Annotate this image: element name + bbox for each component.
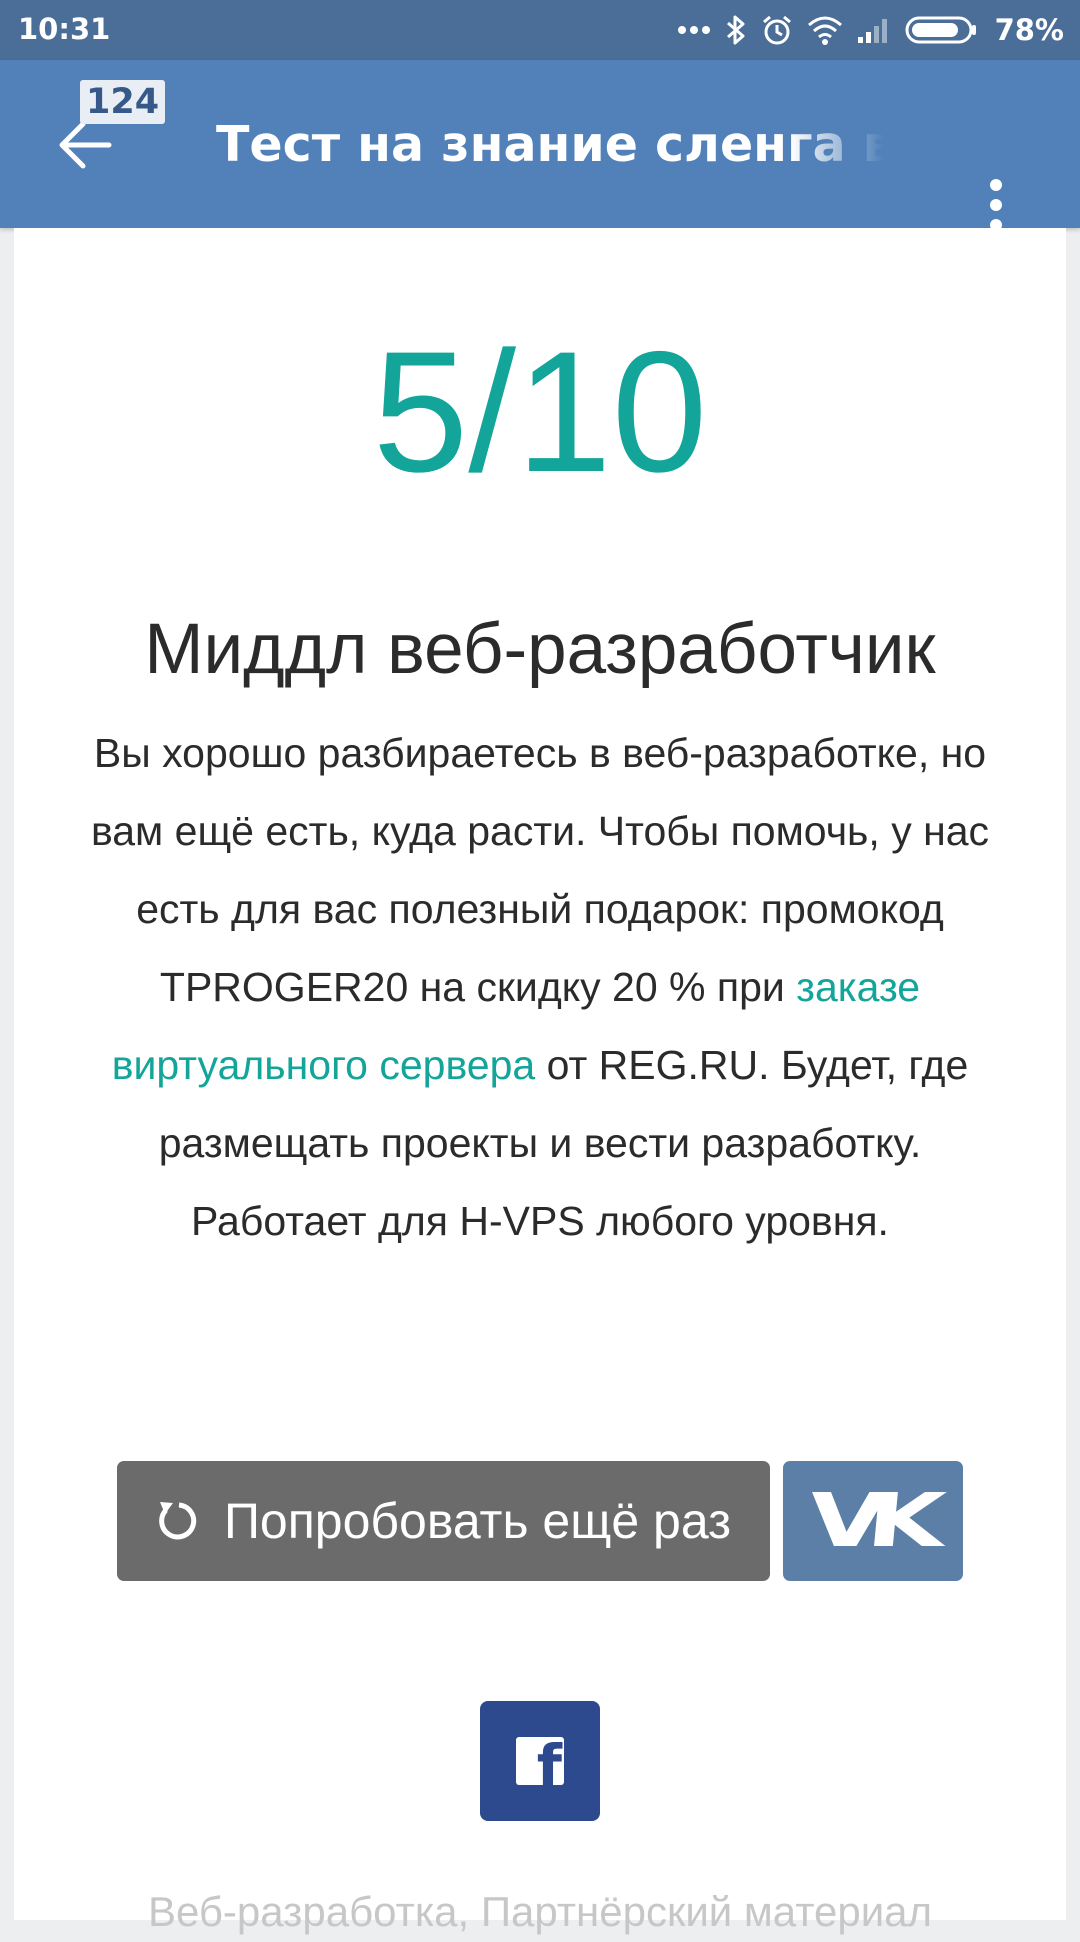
alarm-icon — [762, 15, 791, 45]
refresh-icon — [159, 1502, 197, 1540]
facebook-share-button[interactable]: f — [480, 1701, 600, 1821]
retry-button-label: Попробовать ещё раз — [223, 1493, 732, 1549]
status-time: 10:31 — [18, 12, 111, 46]
facebook-logo-icon: f — [516, 1737, 564, 1785]
signal-icon — [857, 19, 887, 43]
status-icons: 78% — [677, 8, 1064, 52]
retry-button[interactable]: Попробовать ещё раз — [117, 1461, 770, 1581]
more-dots-icon — [677, 26, 710, 34]
article-tags[interactable]: Веб-разработка, Партнёрский материал — [0, 1882, 1080, 1942]
arrow-left-icon — [59, 121, 112, 169]
vk-logo-icon: VK — [804, 1478, 930, 1564]
vk-share-button[interactable]: VK — [783, 1461, 963, 1581]
status-bar: 10:31 78% — [0, 0, 1080, 60]
notification-badge: 124 — [80, 80, 166, 124]
page-title: Тест на знание сленга веб-разработчиков — [216, 116, 884, 173]
score-value: 5/10 — [372, 316, 708, 508]
facebook-logo-letter: f — [536, 1737, 562, 1785]
result-title: Миддл веб-разработчик — [144, 610, 936, 689]
battery-icon — [905, 16, 976, 44]
app-toolbar: 124 Тест на знание сленга веб-разработчи… — [0, 60, 1080, 231]
bluetooth-icon — [726, 15, 745, 45]
wifi-icon — [807, 16, 842, 45]
battery-percent: 78% — [994, 13, 1064, 47]
result-description: Вы хорошо разбираетесь в веб-разработке,… — [70, 714, 1010, 1260]
